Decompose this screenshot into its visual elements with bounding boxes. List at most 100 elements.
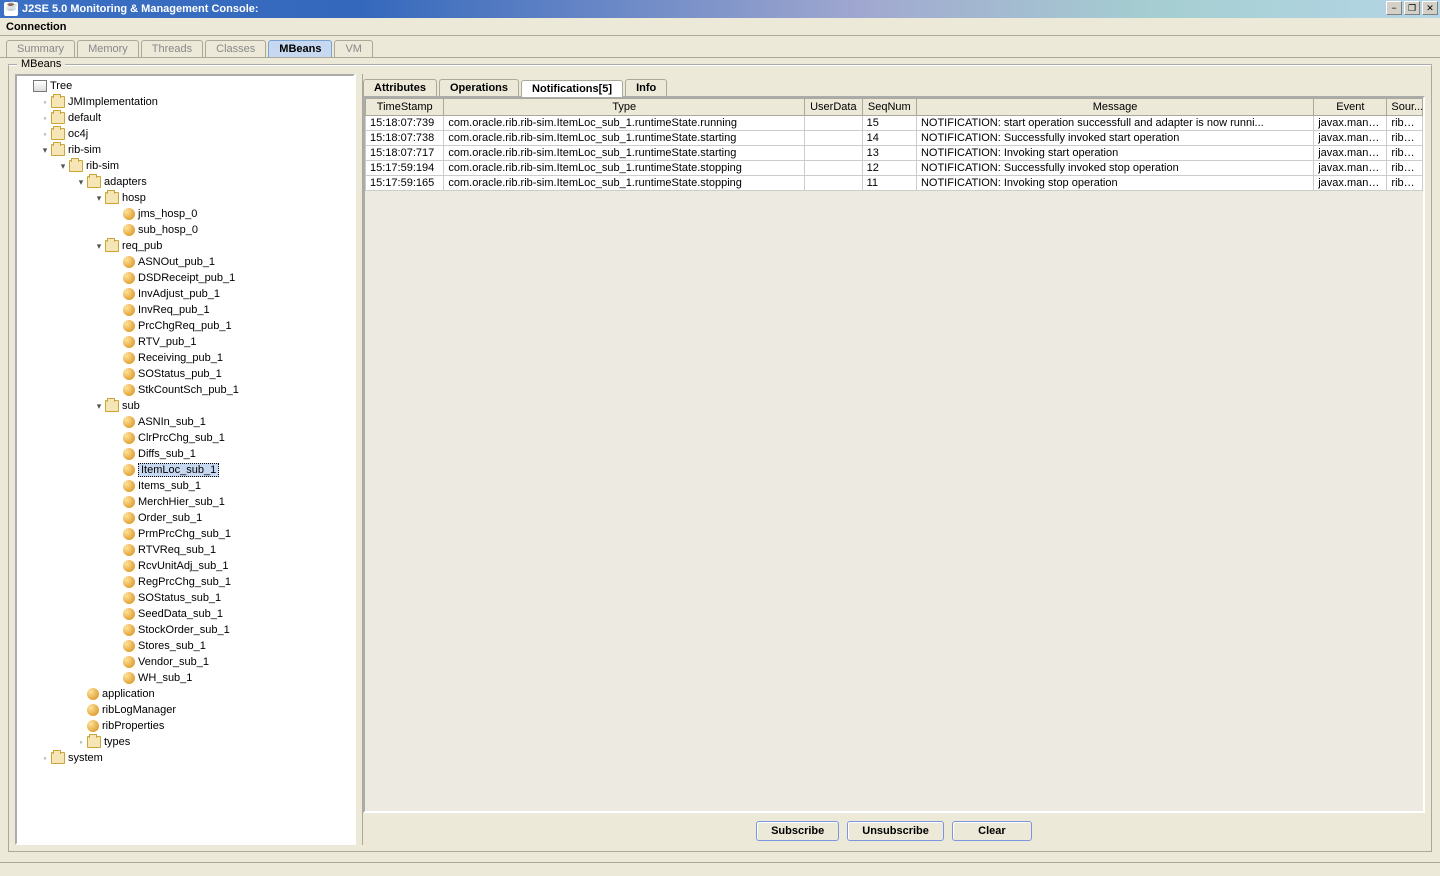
bean-icon <box>123 368 135 380</box>
tree-node[interactable]: Stores_sub_1 <box>17 638 353 654</box>
tree-node[interactable]: ▾sub <box>17 398 353 414</box>
tree-node[interactable]: SeedData_sub_1 <box>17 606 353 622</box>
tree-node[interactable]: RTVReq_sub_1 <box>17 542 353 558</box>
collapse-toggle-icon[interactable]: ◦ <box>39 129 51 139</box>
bean-icon <box>123 336 135 348</box>
notifications-table: TimeStampTypeUserDataSeqNumMessageEventS… <box>365 98 1423 191</box>
column-header[interactable]: SeqNum <box>862 99 916 116</box>
column-header[interactable]: Type <box>444 99 805 116</box>
tree-node[interactable]: ◦ types <box>17 734 353 750</box>
tree-node[interactable]: RegPrcChg_sub_1 <box>17 574 353 590</box>
tree-node[interactable]: RTV_pub_1 <box>17 334 353 350</box>
tree-node[interactable]: ▾hosp <box>17 190 353 206</box>
tree-node[interactable]: ◦oc4j <box>17 126 353 142</box>
tree-node[interactable]: Order_sub_1 <box>17 510 353 526</box>
tree-node[interactable]: DSDReceipt_pub_1 <box>17 270 353 286</box>
tree-node[interactable]: ▾ adapters <box>17 174 353 190</box>
tree-node[interactable]: PrcChgReq_pub_1 <box>17 318 353 334</box>
detail-tab-attributes[interactable]: Attributes <box>363 79 437 96</box>
bean-icon <box>123 464 135 476</box>
tree-node[interactable]: RcvUnitAdj_sub_1 <box>17 558 353 574</box>
table-header-row: TimeStampTypeUserDataSeqNumMessageEventS… <box>366 99 1423 116</box>
tree-node[interactable]: jms_hosp_0 <box>17 206 353 222</box>
tree-node[interactable]: ribProperties <box>17 718 353 734</box>
bean-icon <box>123 288 135 300</box>
top-tab-classes[interactable]: Classes <box>205 40 266 57</box>
collapse-toggle-icon[interactable]: ◦ <box>39 113 51 123</box>
tree-node[interactable]: PrmPrcChg_sub_1 <box>17 526 353 542</box>
table-row[interactable]: 15:17:59:165com.oracle.rib.rib-sim.ItemL… <box>366 176 1423 191</box>
tree-node-label: types <box>104 736 130 748</box>
expand-toggle-icon[interactable]: ▾ <box>39 145 51 156</box>
menu-connection[interactable]: Connection <box>6 21 67 33</box>
mbean-tree[interactable]: Tree◦JMImplementation◦default◦oc4j▾rib-s… <box>15 74 355 845</box>
tree-node[interactable]: sub_hosp_0 <box>17 222 353 238</box>
subscribe-button[interactable]: Subscribe <box>756 821 839 841</box>
table-row[interactable]: 15:17:59:194com.oracle.rib.rib-sim.ItemL… <box>366 161 1423 176</box>
minimize-button[interactable]: − <box>1386 1 1402 15</box>
detail-tab-notifications[interactable]: Notifications[5] <box>521 80 623 97</box>
top-tab-memory[interactable]: Memory <box>77 40 139 57</box>
tree-node[interactable]: WH_sub_1 <box>17 670 353 686</box>
tree-node[interactable]: Receiving_pub_1 <box>17 350 353 366</box>
top-tab-vm[interactable]: VM <box>334 40 373 57</box>
table-row[interactable]: 15:18:07:717com.oracle.rib.rib-sim.ItemL… <box>366 146 1423 161</box>
tree-node[interactable]: Items_sub_1 <box>17 478 353 494</box>
tree-node[interactable]: SOStatus_pub_1 <box>17 366 353 382</box>
detail-tab-operations[interactable]: Operations <box>439 79 519 96</box>
tree-node[interactable]: ItemLoc_sub_1 <box>17 462 353 478</box>
column-header[interactable]: Event <box>1314 99 1387 116</box>
tree-node[interactable]: application <box>17 686 353 702</box>
expand-toggle-icon[interactable]: ▾ <box>93 241 105 252</box>
column-header[interactable]: Message <box>916 99 1313 116</box>
tree-node[interactable]: ◦default <box>17 110 353 126</box>
table-cell: com.oracle.rib.rib-sim.ItemLoc_sub_1.run… <box>444 146 805 161</box>
tree-node-label: adapters <box>104 176 147 188</box>
detail-tab-info[interactable]: Info <box>625 79 667 96</box>
tree-node[interactable]: StkCountSch_pub_1 <box>17 382 353 398</box>
splitter[interactable] <box>355 74 363 845</box>
maximize-button[interactable]: ❐ <box>1404 1 1420 15</box>
tree-node[interactable]: StockOrder_sub_1 <box>17 622 353 638</box>
folder-icon <box>51 96 65 108</box>
top-tab-summary[interactable]: Summary <box>6 40 75 57</box>
tree-node[interactable]: ClrPrcChg_sub_1 <box>17 430 353 446</box>
expand-toggle-icon[interactable]: ▾ <box>93 401 105 412</box>
panel-title: MBeans <box>17 58 65 70</box>
clear-button[interactable]: Clear <box>952 821 1032 841</box>
column-header[interactable]: TimeStamp <box>366 99 444 116</box>
table-cell: com.oracle.rib.rib-sim.ItemLoc_sub_1.run… <box>444 116 805 131</box>
tree-node[interactable]: ◦JMImplementation <box>17 94 353 110</box>
top-tab-threads[interactable]: Threads <box>141 40 203 57</box>
collapse-toggle-icon[interactable]: ◦ <box>75 737 87 747</box>
tree-node[interactable]: InvAdjust_pub_1 <box>17 286 353 302</box>
tree-node[interactable]: SOStatus_sub_1 <box>17 590 353 606</box>
tree-node[interactable]: Tree <box>17 78 353 94</box>
tree-node[interactable]: ribLogManager <box>17 702 353 718</box>
tree-node-label: SOStatus_pub_1 <box>138 368 222 380</box>
tree-node[interactable]: ▾rib-sim <box>17 158 353 174</box>
tree-node[interactable]: ASNOut_pub_1 <box>17 254 353 270</box>
expand-toggle-icon[interactable]: ▾ <box>93 193 105 204</box>
tree-node[interactable]: Diffs_sub_1 <box>17 446 353 462</box>
column-header[interactable]: UserData <box>805 99 863 116</box>
expand-toggle-icon[interactable]: ▾ <box>75 177 87 188</box>
tree-node[interactable]: ▾req_pub <box>17 238 353 254</box>
tree-node[interactable]: ◦system <box>17 750 353 766</box>
expand-toggle-icon[interactable]: ▾ <box>57 161 69 172</box>
tree-node[interactable]: InvReq_pub_1 <box>17 302 353 318</box>
collapse-toggle-icon[interactable]: ◦ <box>39 753 51 763</box>
table-row[interactable]: 15:18:07:738com.oracle.rib.rib-sim.ItemL… <box>366 131 1423 146</box>
top-tab-mbeans[interactable]: MBeans <box>268 40 332 57</box>
column-header[interactable]: Sour... <box>1387 99 1423 116</box>
split-pane: Tree◦JMImplementation◦default◦oc4j▾rib-s… <box>9 66 1431 851</box>
tree-node[interactable]: ▾rib-sim <box>17 142 353 158</box>
close-button[interactable]: ✕ <box>1422 1 1438 15</box>
tree-node[interactable]: Vendor_sub_1 <box>17 654 353 670</box>
unsubscribe-button[interactable]: Unsubscribe <box>847 821 944 841</box>
window-title: J2SE 5.0 Monitoring & Management Console… <box>22 3 259 15</box>
tree-node[interactable]: MerchHier_sub_1 <box>17 494 353 510</box>
tree-node[interactable]: ASNIn_sub_1 <box>17 414 353 430</box>
table-row[interactable]: 15:18:07:739com.oracle.rib.rib-sim.ItemL… <box>366 116 1423 131</box>
collapse-toggle-icon[interactable]: ◦ <box>39 97 51 107</box>
